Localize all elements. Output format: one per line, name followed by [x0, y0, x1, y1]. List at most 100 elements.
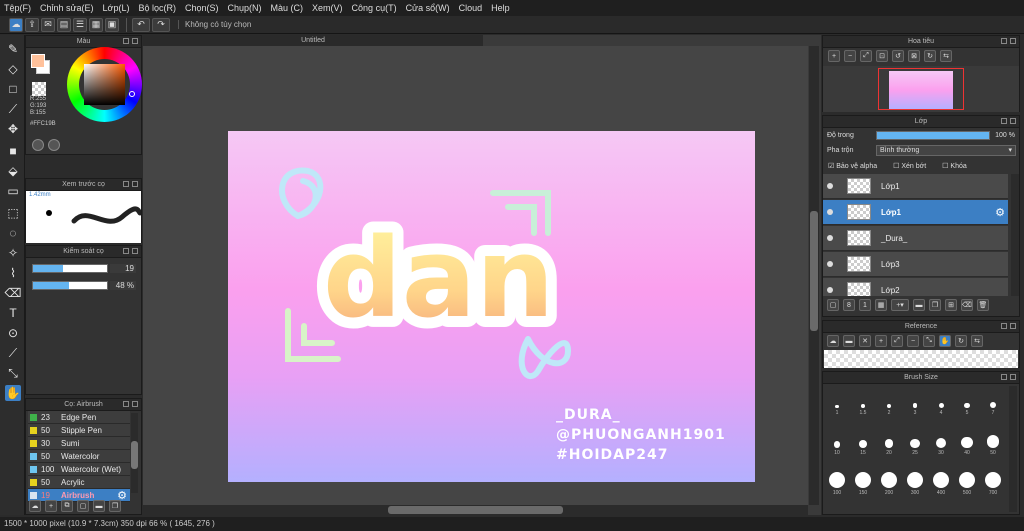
brush-size-option[interactable]: 1 — [825, 386, 849, 416]
brush-list-item[interactable]: 30 Sumi — [28, 437, 130, 450]
new-layer-8bit-icon[interactable]: 8 — [843, 299, 855, 311]
grid-icon[interactable]: ▦ — [89, 17, 103, 32]
list-icon[interactable]: ☰ — [73, 17, 87, 32]
select-pen-icon[interactable]: ⌇ — [5, 265, 21, 281]
delete-layer-icon[interactable]: 🗑 — [977, 299, 989, 311]
rotate-right-icon[interactable]: ↻ — [924, 50, 936, 62]
brush-new-icon[interactable]: ▢ — [77, 500, 89, 512]
brush-list-item[interactable]: 100 Watercolor (Wet) — [28, 463, 130, 476]
chat-icon[interactable]: ✉ — [41, 17, 55, 32]
panel-close-icon[interactable] — [1010, 38, 1016, 44]
menu-cloud[interactable]: Cloud — [459, 3, 483, 13]
merge-layer-icon[interactable]: ⊞ — [945, 299, 957, 311]
eye-icon[interactable] — [827, 235, 833, 241]
reference-flip-icon[interactable]: ⇆ — [971, 335, 983, 347]
magic-wand-icon[interactable]: ✧ — [5, 245, 21, 261]
menu-edit[interactable]: Chỉnh sửa(E) — [40, 3, 94, 13]
brush-size-option[interactable]: 7 — [981, 386, 1005, 416]
layer-list-scrollbar[interactable] — [1011, 174, 1019, 296]
menu-window[interactable]: Cửa sổ(W) — [406, 3, 450, 13]
eyedropper-tool-icon[interactable]: ⤡ — [5, 365, 21, 381]
new-layer-icon[interactable]: ▢ — [827, 299, 839, 311]
zoom-in-icon[interactable]: + — [828, 50, 840, 62]
panel-close-icon[interactable] — [1010, 118, 1016, 124]
clipping-checkbox[interactable]: ☐ Xén bớt — [893, 162, 926, 170]
saturation-value-square[interactable] — [84, 64, 125, 105]
eye-icon[interactable] — [827, 183, 833, 189]
layer-row[interactable]: _Dura_ — [823, 226, 1008, 251]
duplicate-layer-icon[interactable]: ❐ — [929, 299, 941, 311]
panel-close-icon[interactable] — [132, 248, 138, 254]
panel-float-icon[interactable] — [123, 181, 129, 187]
add-layer-dropdown-icon[interactable]: +▾ — [891, 299, 909, 311]
brush-size-option[interactable]: 200 — [877, 466, 901, 496]
panel-float-icon[interactable] — [1001, 374, 1007, 380]
fit-icon[interactable]: ⤢ — [860, 50, 872, 62]
redo-icon[interactable]: ↷ — [152, 17, 170, 32]
flip-icon[interactable]: ⇆ — [940, 50, 952, 62]
brush-duplicate-icon[interactable]: ❐ — [109, 500, 121, 512]
opacity-slider[interactable] — [876, 131, 990, 140]
canvas-workspace[interactable]: dan dan _DURA_ @PHUONGANH1901 #HOIDAP247 — [143, 46, 808, 505]
panel-close-icon[interactable] — [132, 181, 138, 187]
artwork[interactable]: dan dan _DURA_ @PHUONGANH1901 #HOIDAP247 — [228, 131, 755, 482]
gear-icon[interactable]: ⚙ — [995, 206, 1005, 219]
panel-close-icon[interactable] — [132, 401, 138, 407]
brush-cloud-icon[interactable]: ☁ — [29, 500, 41, 512]
menu-layer[interactable]: Lớp(L) — [103, 3, 130, 13]
brush-size-option[interactable]: 150 — [851, 466, 875, 496]
layer-row[interactable]: Lớp2 — [823, 278, 1008, 296]
brush-copy-icon[interactable]: ⧉ — [61, 500, 73, 512]
reference-close-icon[interactable]: ✕ — [859, 335, 871, 347]
menu-color[interactable]: Màu (C) — [271, 3, 304, 13]
eye-icon[interactable] — [827, 209, 833, 215]
text-tool-icon[interactable]: T — [5, 305, 21, 321]
divide-tool-icon[interactable]: ⟋ — [5, 345, 21, 361]
layer-row[interactable]: Lớp1 ⚙ — [823, 200, 1008, 225]
lasso-tool-icon[interactable]: ◌ — [5, 225, 21, 241]
reference-hand-icon[interactable]: ✋ — [939, 335, 951, 347]
foreground-color-swatch[interactable] — [31, 54, 45, 68]
undo-icon[interactable]: ↶ — [132, 17, 150, 32]
canvas-horizontal-scrollbar[interactable] — [143, 505, 808, 515]
eraser-tool-icon[interactable]: ◇ — [5, 61, 21, 77]
new-halftone-layer-icon[interactable]: ▦ — [875, 299, 887, 311]
select-eraser-icon[interactable]: ⌫ — [5, 285, 22, 301]
brush-size-option[interactable]: 100 — [825, 466, 849, 496]
brush-size-option[interactable]: 500 — [955, 466, 979, 496]
eye-icon[interactable] — [827, 287, 833, 293]
reference-open-icon[interactable]: ▬ — [843, 335, 855, 347]
brush-list-item[interactable]: 23 Edge Pen — [28, 411, 130, 424]
color-wheel[interactable] — [67, 47, 142, 122]
brush-tool-icon[interactable]: ✎ — [5, 41, 21, 57]
lock-checkbox[interactable]: ☐ Khóa — [942, 162, 967, 170]
brush-size-option[interactable]: 30 — [929, 426, 953, 456]
protect-alpha-checkbox[interactable]: ☑ Bảo vệ alpha — [828, 162, 877, 170]
brush-folder-icon[interactable]: ▬ — [93, 500, 105, 512]
canvas-vertical-scrollbar[interactable] — [809, 46, 819, 505]
layer-folder-icon[interactable]: ▬ — [913, 299, 925, 311]
comment-icon[interactable]: ▤ — [57, 17, 71, 32]
layout-icon[interactable]: ▣ — [105, 17, 119, 32]
panel-float-icon[interactable] — [123, 248, 129, 254]
brush-size-option[interactable]: 2 — [877, 386, 901, 416]
brush-size-option[interactable]: 4 — [929, 386, 953, 416]
panel-float-icon[interactable] — [1001, 323, 1007, 329]
menu-capture[interactable]: Chụp(N) — [228, 3, 262, 13]
brush-list-item[interactable]: 50 Watercolor — [28, 450, 130, 463]
hand-tool-icon[interactable]: ✋ — [5, 385, 21, 401]
brush-size-option[interactable]: 40 — [955, 426, 979, 456]
layer-row[interactable]: Lớp1 — [823, 174, 1008, 199]
panel-close-icon[interactable] — [1010, 374, 1016, 380]
transparent-color-swatch[interactable] — [32, 82, 46, 96]
rotate-left-icon[interactable]: ↺ — [892, 50, 904, 62]
brush-size-option[interactable]: 700 — [981, 466, 1005, 496]
brush-size-option[interactable]: 20 — [877, 426, 901, 456]
brush-size-slider[interactable] — [32, 264, 108, 273]
panel-float-icon[interactable] — [123, 401, 129, 407]
brush-size-option[interactable]: 25 — [903, 426, 927, 456]
color-history-icon[interactable] — [32, 139, 44, 151]
gradient-tool-icon[interactable]: ▭ — [5, 183, 21, 199]
reference-eyedropper-icon[interactable]: ⤡ — [923, 335, 935, 347]
reference-rotate-icon[interactable]: ↻ — [955, 335, 967, 347]
